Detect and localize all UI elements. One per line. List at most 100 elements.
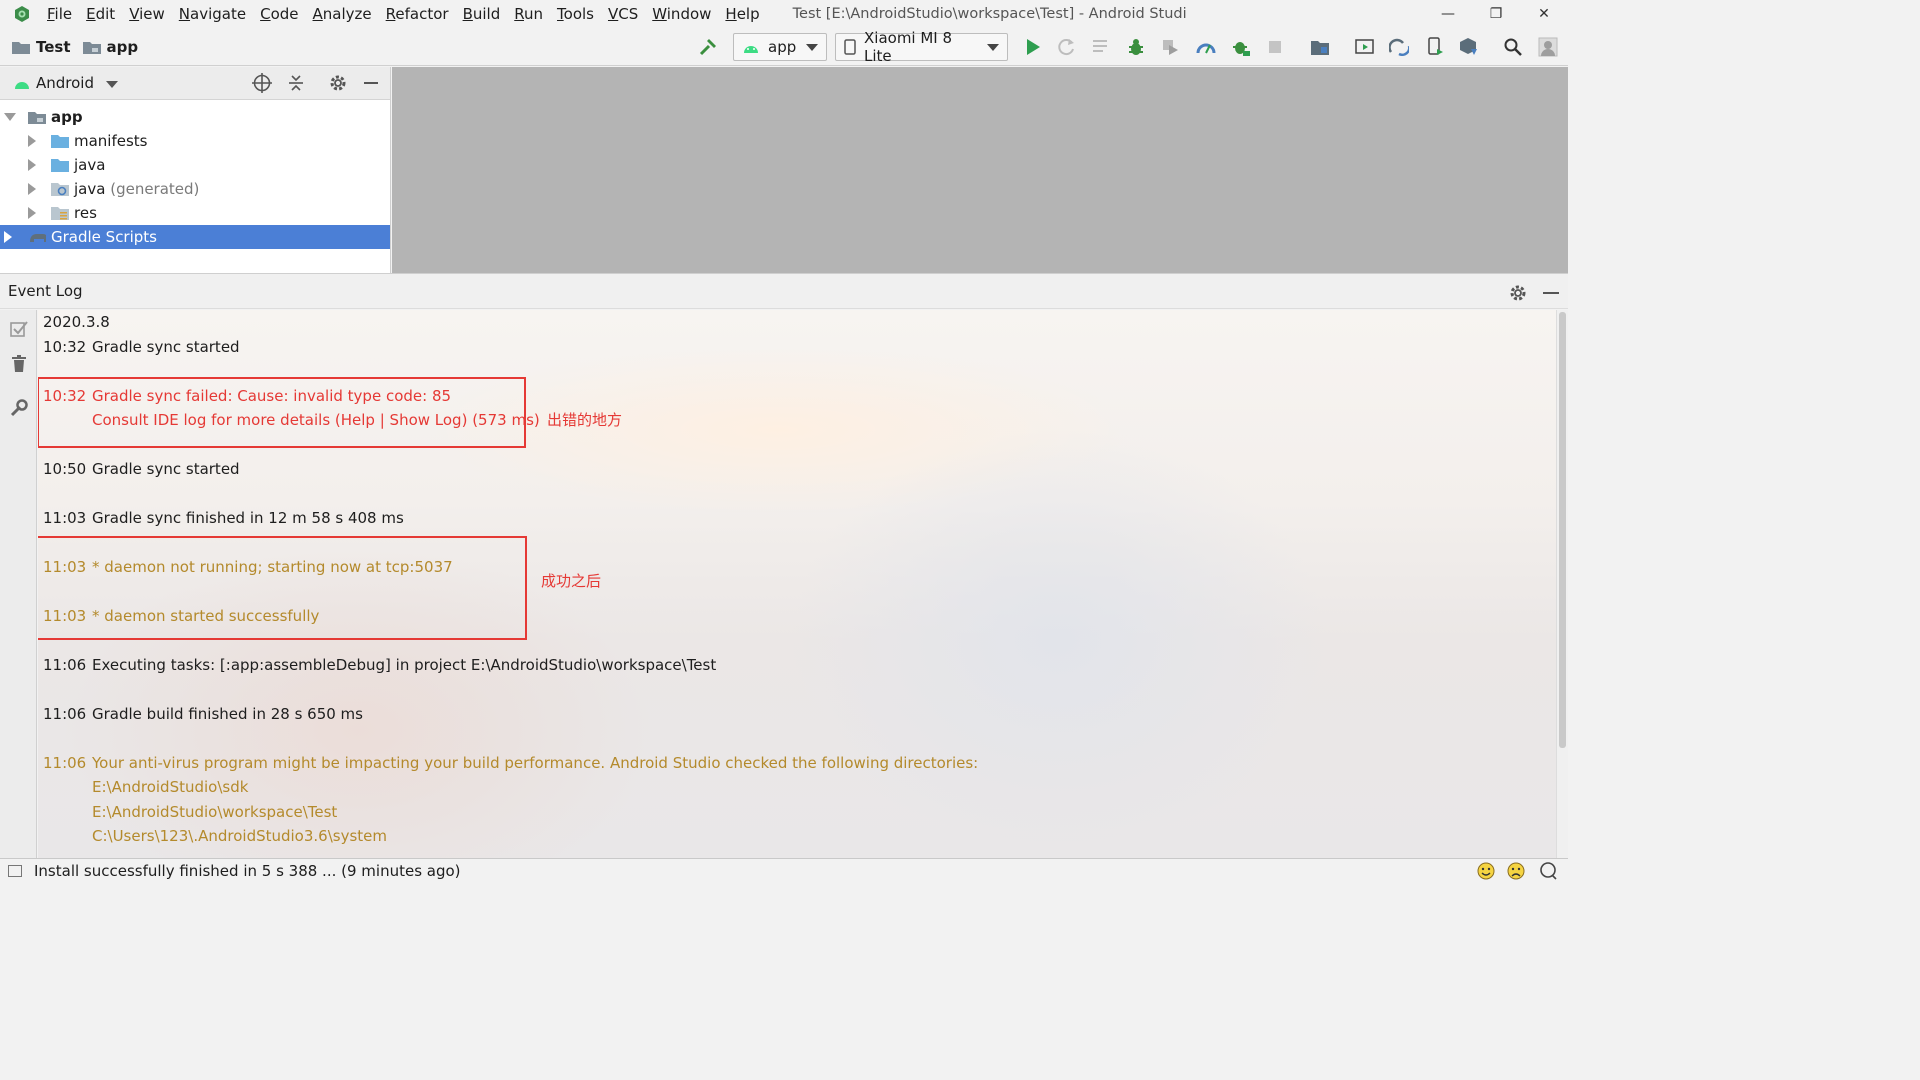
breadcrumb-module-label: app <box>106 37 139 56</box>
tree-item-java-generated[interactable]: java (generated) <box>0 177 390 201</box>
editor-empty-area <box>392 67 1568 273</box>
breadcrumb-project[interactable]: Test <box>12 38 71 56</box>
expanded-arrow-icon[interactable] <box>4 113 16 121</box>
menu-view[interactable]: View <box>122 3 172 25</box>
run-with-coverage-icon[interactable] <box>1160 37 1180 57</box>
project-tool-window: Android app manifests java java (generat… <box>0 67 391 273</box>
locate-target-icon[interactable] <box>252 73 272 93</box>
log-path-line: E:\AndroidStudio\workspace\Test <box>92 803 338 821</box>
tree-item-label: res <box>74 204 97 222</box>
error-highlight-box <box>38 377 526 448</box>
log-time: 11:06 <box>43 754 87 772</box>
menu-code[interactable]: Code <box>253 3 305 25</box>
android-icon <box>742 41 760 53</box>
log-date: 2020.3.8 <box>43 313 110 331</box>
stop-icon[interactable] <box>1265 37 1285 57</box>
menu-bar: File Edit View Navigate Code Analyze Ref… <box>0 0 1568 28</box>
status-message[interactable]: Install successfully finished in 5 s 388… <box>34 862 461 880</box>
tree-item-label-text: java <box>74 180 106 198</box>
gear-icon[interactable] <box>328 73 348 93</box>
menu-vcs[interactable]: VCS <box>601 3 645 25</box>
event-log-content: 2020.3.8 10:32 Gradle sync started 10:32 G… <box>38 310 1556 858</box>
project-panel-header: Android <box>0 67 390 100</box>
tree-item-label: java <box>74 156 106 174</box>
trash-icon[interactable] <box>9 354 29 374</box>
event-log-bubble-icon[interactable] <box>1539 862 1557 880</box>
device-selector[interactable]: Xiaomi MI 8 Lite <box>835 29 1008 65</box>
chevron-down-icon <box>987 43 999 51</box>
gradle-elephant-icon <box>28 230 46 244</box>
log-time: 10:50 <box>43 460 87 478</box>
log-time: 11:03 <box>43 509 87 527</box>
log-message: Gradle sync started <box>92 338 240 356</box>
hide-panel-icon[interactable] <box>1542 283 1560 303</box>
menu-run[interactable]: Run <box>507 3 550 25</box>
restore-button[interactable]: ❐ <box>1472 0 1520 28</box>
collapsed-arrow-icon[interactable] <box>28 183 36 195</box>
project-view-mode[interactable]: Android <box>36 74 94 92</box>
tree-item-res[interactable]: res <box>0 201 390 225</box>
log-entry: 11:03 Gradle sync finished in 12 m 58 s 4… <box>43 508 404 528</box>
menu-edit[interactable]: Edit <box>79 3 122 25</box>
menu-help[interactable]: Help <box>718 3 766 25</box>
menu-refactor[interactable]: Refactor <box>379 3 456 25</box>
user-account-icon[interactable] <box>1538 37 1558 57</box>
collapsed-arrow-icon[interactable] <box>28 135 36 147</box>
tree-item-app[interactable]: app <box>0 105 390 129</box>
frown-feedback-icon[interactable] <box>1507 862 1525 880</box>
log-entry: 11:06 Gradle build finished in 28 s 650 m… <box>43 704 363 724</box>
tool-windows-toggle-icon[interactable] <box>8 864 22 877</box>
profile-icon[interactable] <box>1196 37 1216 57</box>
avd-manager-icon[interactable] <box>1355 37 1375 57</box>
sdk-manager-icon[interactable] <box>1459 37 1479 57</box>
menu-navigate[interactable]: Navigate <box>172 3 253 25</box>
device-label: Xiaomi MI 8 Lite <box>864 29 953 65</box>
collapsed-arrow-icon[interactable] <box>4 231 12 243</box>
make-project-hammer-icon[interactable] <box>698 37 718 57</box>
wrench-icon[interactable] <box>9 398 29 418</box>
tree-item-label: manifests <box>74 132 148 150</box>
menu-tools[interactable]: Tools <box>550 3 601 25</box>
menu-analyze[interactable]: Analyze <box>306 3 379 25</box>
search-icon[interactable] <box>1503 37 1523 57</box>
folder-icon <box>51 158 69 172</box>
tree-item-gradle-scripts[interactable]: Gradle Scripts <box>0 225 390 249</box>
run-config-selector[interactable]: app <box>733 33 827 61</box>
close-button[interactable]: ✕ <box>1520 0 1568 28</box>
collapsed-arrow-icon[interactable] <box>28 207 36 219</box>
breadcrumb-module[interactable]: app <box>82 37 139 56</box>
tree-item-manifests[interactable]: manifests <box>0 129 390 153</box>
menu-file[interactable]: File <box>40 3 79 25</box>
scrollbar-thumb[interactable] <box>1559 312 1566 748</box>
sync-gradle-icon[interactable] <box>1389 37 1409 57</box>
event-log-scrollbar[interactable] <box>1556 310 1568 858</box>
apply-changes-restart-icon[interactable] <box>1057 37 1077 57</box>
window-controls: — ❐ ✕ <box>1424 0 1568 28</box>
collapsed-arrow-icon[interactable] <box>28 159 36 171</box>
run-icon[interactable] <box>1023 37 1043 57</box>
folder-icon <box>51 134 69 148</box>
breadcrumb-project-label: Test <box>36 37 71 56</box>
smile-feedback-icon[interactable] <box>1477 862 1495 880</box>
menu-build[interactable]: Build <box>456 3 508 25</box>
event-log-title: Event Log <box>8 282 83 300</box>
chevron-down-icon[interactable] <box>106 81 118 89</box>
success-highlight-box <box>38 536 527 640</box>
device-manager-icon[interactable] <box>1425 37 1445 57</box>
mark-all-read-icon[interactable] <box>9 319 29 339</box>
apply-code-changes-icon[interactable] <box>1092 37 1112 57</box>
debug-icon[interactable] <box>1126 37 1146 57</box>
minimize-button[interactable]: — <box>1424 0 1472 28</box>
log-time: 11:06 <box>43 656 87 674</box>
gear-icon[interactable] <box>1508 283 1528 303</box>
generated-folder-icon <box>51 182 69 196</box>
attach-debugger-icon[interactable] <box>1231 37 1251 57</box>
menu-window[interactable]: Window <box>645 3 718 25</box>
android-studio-logo-icon <box>14 5 30 23</box>
hide-panel-icon[interactable] <box>362 73 380 93</box>
tree-item-java[interactable]: java <box>0 153 390 177</box>
resources-folder-icon <box>51 206 69 220</box>
project-structure-icon[interactable] <box>1310 37 1330 57</box>
generated-suffix: (generated) <box>110 180 200 198</box>
collapse-all-icon[interactable] <box>286 73 306 93</box>
